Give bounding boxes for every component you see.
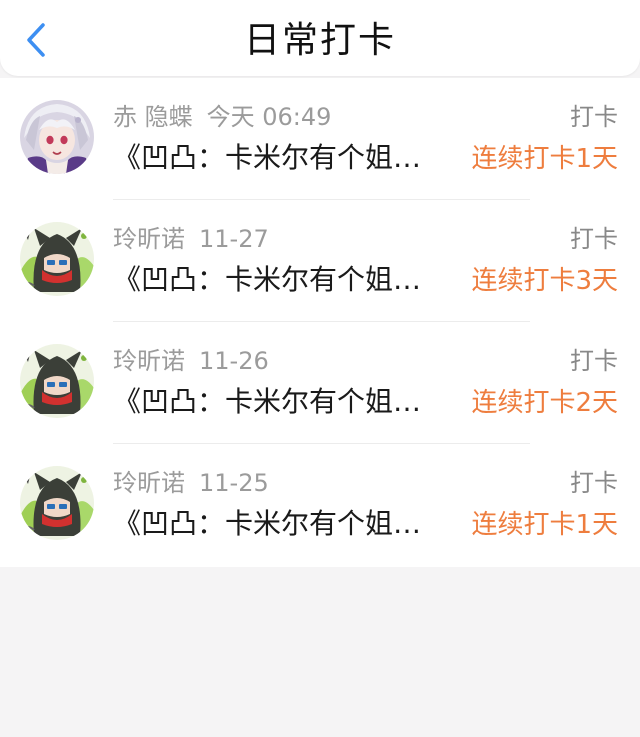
green-hood-avatar-icon — [20, 222, 94, 296]
streak-label: 连续打卡2天 — [471, 388, 618, 418]
entry-meta: 玲昕诺 11-27 — [113, 224, 269, 254]
action-label: 打卡 — [570, 347, 618, 375]
entry-meta: 玲昕诺 11-26 — [113, 346, 269, 376]
list-item[interactable]: 赤 隐蝶 今天 06:49 打卡 《凹凸：卡米尔有个姐… 连续打卡1天 — [0, 78, 640, 200]
username[interactable]: 玲昕诺 — [113, 469, 185, 497]
list-item[interactable]: 玲昕诺 11-25 打卡 《凹凸：卡米尔有个姐… 连续打卡1天 — [0, 444, 640, 566]
timestamp: 今天 06:49 — [206, 103, 332, 131]
action-label: 打卡 — [570, 225, 618, 253]
entry-content[interactable]: 《凹凸：卡米尔有个姐… — [113, 384, 443, 420]
white-hair-avatar-icon — [20, 100, 94, 174]
top-bar: 日常打卡 — [0, 0, 640, 76]
username[interactable]: 玲昕诺 — [113, 347, 185, 375]
username[interactable]: 玲昕诺 — [113, 225, 185, 253]
timestamp: 11-25 — [199, 469, 269, 497]
entry-content[interactable]: 《凹凸：卡米尔有个姐… — [113, 506, 443, 542]
streak-label: 连续打卡1天 — [471, 510, 618, 540]
avatar[interactable] — [20, 344, 94, 418]
green-hood-avatar-icon — [20, 344, 94, 418]
entry-meta: 赤 隐蝶 今天 06:49 — [113, 102, 331, 132]
entry-content[interactable]: 《凹凸：卡米尔有个姐… — [113, 140, 443, 176]
action-label: 打卡 — [570, 103, 618, 131]
entry-content[interactable]: 《凹凸：卡米尔有个姐… — [113, 262, 443, 298]
list-item[interactable]: 玲昕诺 11-26 打卡 《凹凸：卡米尔有个姐… 连续打卡2天 — [0, 322, 640, 444]
green-hood-avatar-icon — [20, 466, 94, 540]
list-item[interactable]: 玲昕诺 11-27 打卡 《凹凸：卡米尔有个姐… 连续打卡3天 — [0, 200, 640, 322]
timestamp: 11-26 — [199, 347, 269, 375]
avatar[interactable] — [20, 100, 94, 174]
entry-meta: 玲昕诺 11-25 — [113, 468, 269, 498]
username[interactable]: 赤 隐蝶 — [113, 103, 193, 131]
action-label: 打卡 — [570, 469, 618, 497]
timestamp: 11-27 — [199, 225, 269, 253]
page-title: 日常打卡 — [243, 20, 396, 61]
streak-label: 连续打卡3天 — [471, 266, 618, 296]
streak-label: 连续打卡1天 — [471, 144, 618, 174]
checkin-list: 赤 隐蝶 今天 06:49 打卡 《凹凸：卡米尔有个姐… 连续打卡1天 玲昕诺 … — [0, 78, 640, 567]
avatar[interactable] — [20, 466, 94, 540]
avatar[interactable] — [20, 222, 94, 296]
